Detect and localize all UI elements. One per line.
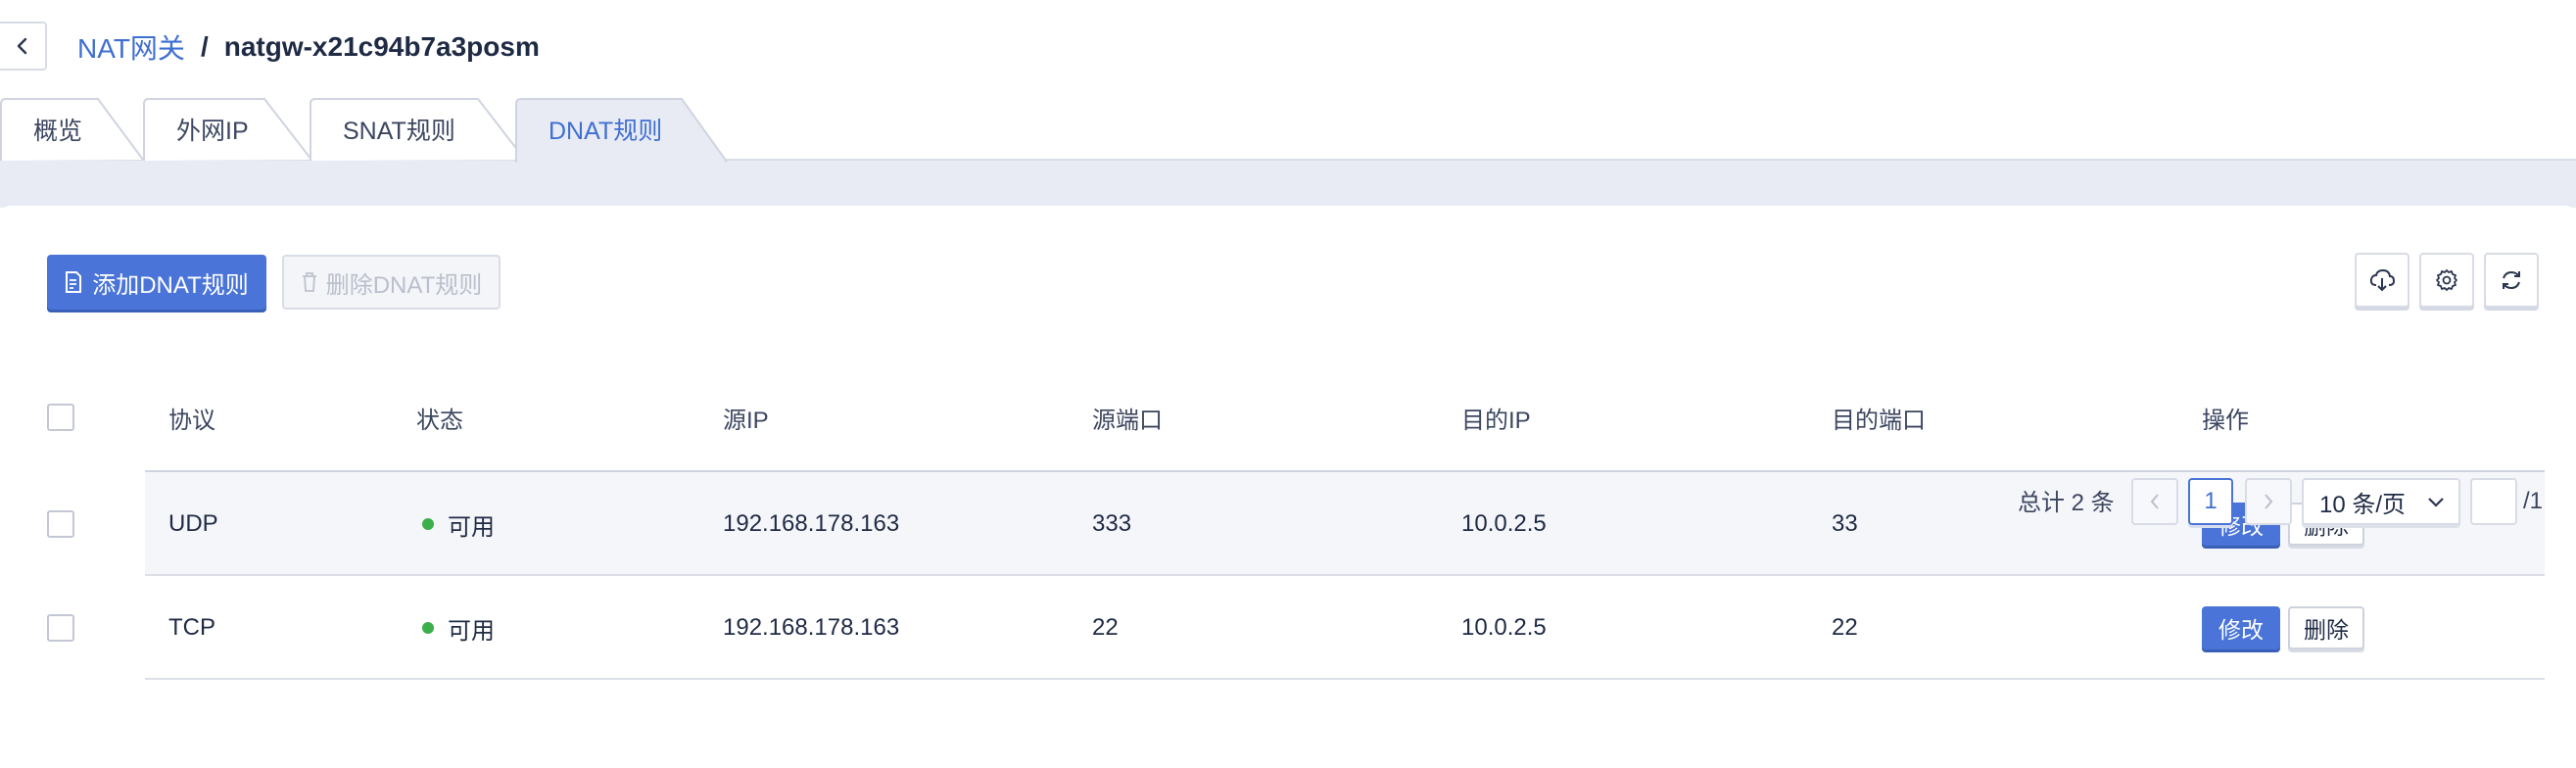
- chevron-right-icon: [2265, 494, 2273, 509]
- page-title: natgw-x21c94b7a3posm: [223, 31, 540, 62]
- tab-overview[interactable]: 概览: [0, 98, 145, 161]
- document-add-icon: [66, 271, 82, 293]
- tab-bar: 概览 外网IP SNAT规则 DNAT规则: [0, 94, 2576, 163]
- column-header-protocol: 协议: [168, 407, 215, 434]
- select-all-checkbox[interactable]: [47, 404, 74, 431]
- breadcrumb-separator: /: [200, 31, 209, 62]
- breadcrumb-nat-gateway-link[interactable]: NAT网关: [77, 27, 185, 67]
- actions-cell: 修改 删除: [2202, 576, 2364, 680]
- previous-page-button[interactable]: [2131, 478, 2178, 525]
- tab-label: 概览: [33, 118, 83, 145]
- protocol-cell: TCP: [168, 614, 215, 641]
- status-text: 可用: [448, 617, 495, 645]
- source-ip-cell: 192.168.178.163: [723, 614, 900, 641]
- column-header-actions: 操作: [2202, 407, 2249, 434]
- status-cell: 可用: [416, 576, 495, 680]
- content-band: [0, 161, 2576, 208]
- protocol-cell: UDP: [168, 510, 218, 537]
- source-port-cell: 22: [1092, 614, 1119, 641]
- refresh-icon: [2503, 270, 2520, 290]
- status-cell: 可用: [416, 472, 495, 576]
- table-row: TCP 可用 192.168.178.163 22 10.0.2.5 22 修改…: [0, 576, 2576, 680]
- tab-label: SNAT规则: [343, 118, 455, 145]
- table-header-row: 协议 状态 源IP 源端口 目的IP 目的端口 操作: [0, 362, 2576, 472]
- trash-icon: [302, 272, 316, 292]
- delete-button[interactable]: 删除: [2288, 606, 2364, 649]
- source-port-cell: 333: [1092, 510, 1132, 537]
- column-header-status: 状态: [416, 407, 463, 434]
- current-page-button[interactable]: 1: [2188, 478, 2233, 525]
- column-header-source-ip: 源IP: [723, 407, 769, 434]
- source-ip-cell: 192.168.178.163: [723, 510, 900, 537]
- refresh-button[interactable]: [2484, 253, 2539, 308]
- page-jump-input[interactable]: [2470, 478, 2517, 525]
- cloud-download-icon: [2369, 268, 2395, 292]
- page-size-value: 10 条/页: [2319, 491, 2407, 518]
- destination-port-cell: 22: [1832, 614, 1858, 641]
- column-header-source-port: 源端口: [1092, 407, 1163, 434]
- row-checkbox[interactable]: [47, 614, 74, 642]
- tab-dnat-rules[interactable]: DNAT规则: [515, 98, 729, 163]
- back-button[interactable]: [0, 22, 47, 71]
- tab-snat-rules[interactable]: SNAT规则: [310, 98, 527, 161]
- chevron-left-icon: [2150, 494, 2159, 509]
- column-header-destination-port: 目的端口: [1832, 407, 1926, 434]
- tab-label: DNAT规则: [549, 118, 663, 145]
- delete-dnat-rule-button[interactable]: 删除DNAT规则: [282, 255, 501, 310]
- tab-external-ip[interactable]: 外网IP: [143, 98, 313, 161]
- add-dnat-rule-button[interactable]: 添加DNAT规则: [47, 255, 266, 310]
- destination-port-cell: 33: [1832, 510, 1858, 537]
- tab-label: 外网IP: [176, 118, 249, 145]
- total-count: 总计 2 条: [2018, 489, 2115, 516]
- export-button[interactable]: [2355, 253, 2409, 308]
- destination-ip-cell: 10.0.2.5: [1461, 614, 1547, 641]
- total-pages: /1: [2523, 488, 2544, 514]
- destination-ip-cell: 10.0.2.5: [1461, 510, 1547, 537]
- page-size-select[interactable]: 10 条/页: [2302, 478, 2460, 525]
- status-dot-icon: [422, 518, 434, 530]
- next-page-button[interactable]: [2245, 478, 2292, 525]
- chevron-down-icon: [2428, 498, 2444, 507]
- column-header-destination-ip: 目的IP: [1461, 407, 1531, 434]
- gear-icon: [2436, 269, 2457, 291]
- edit-button[interactable]: 修改: [2202, 606, 2280, 649]
- page-header: NAT网关 / natgw-x21c94b7a3posm: [0, 0, 2576, 94]
- settings-button[interactable]: [2419, 253, 2474, 308]
- chevron-left-icon: [17, 37, 27, 55]
- delete-dnat-rule-label: 删除DNAT规则: [325, 271, 483, 299]
- status-dot-icon: [422, 622, 434, 634]
- add-dnat-rule-label: 添加DNAT规则: [92, 271, 249, 299]
- row-checkbox[interactable]: [47, 510, 74, 538]
- breadcrumb: NAT网关 / natgw-x21c94b7a3posm: [77, 27, 540, 67]
- status-text: 可用: [448, 513, 495, 541]
